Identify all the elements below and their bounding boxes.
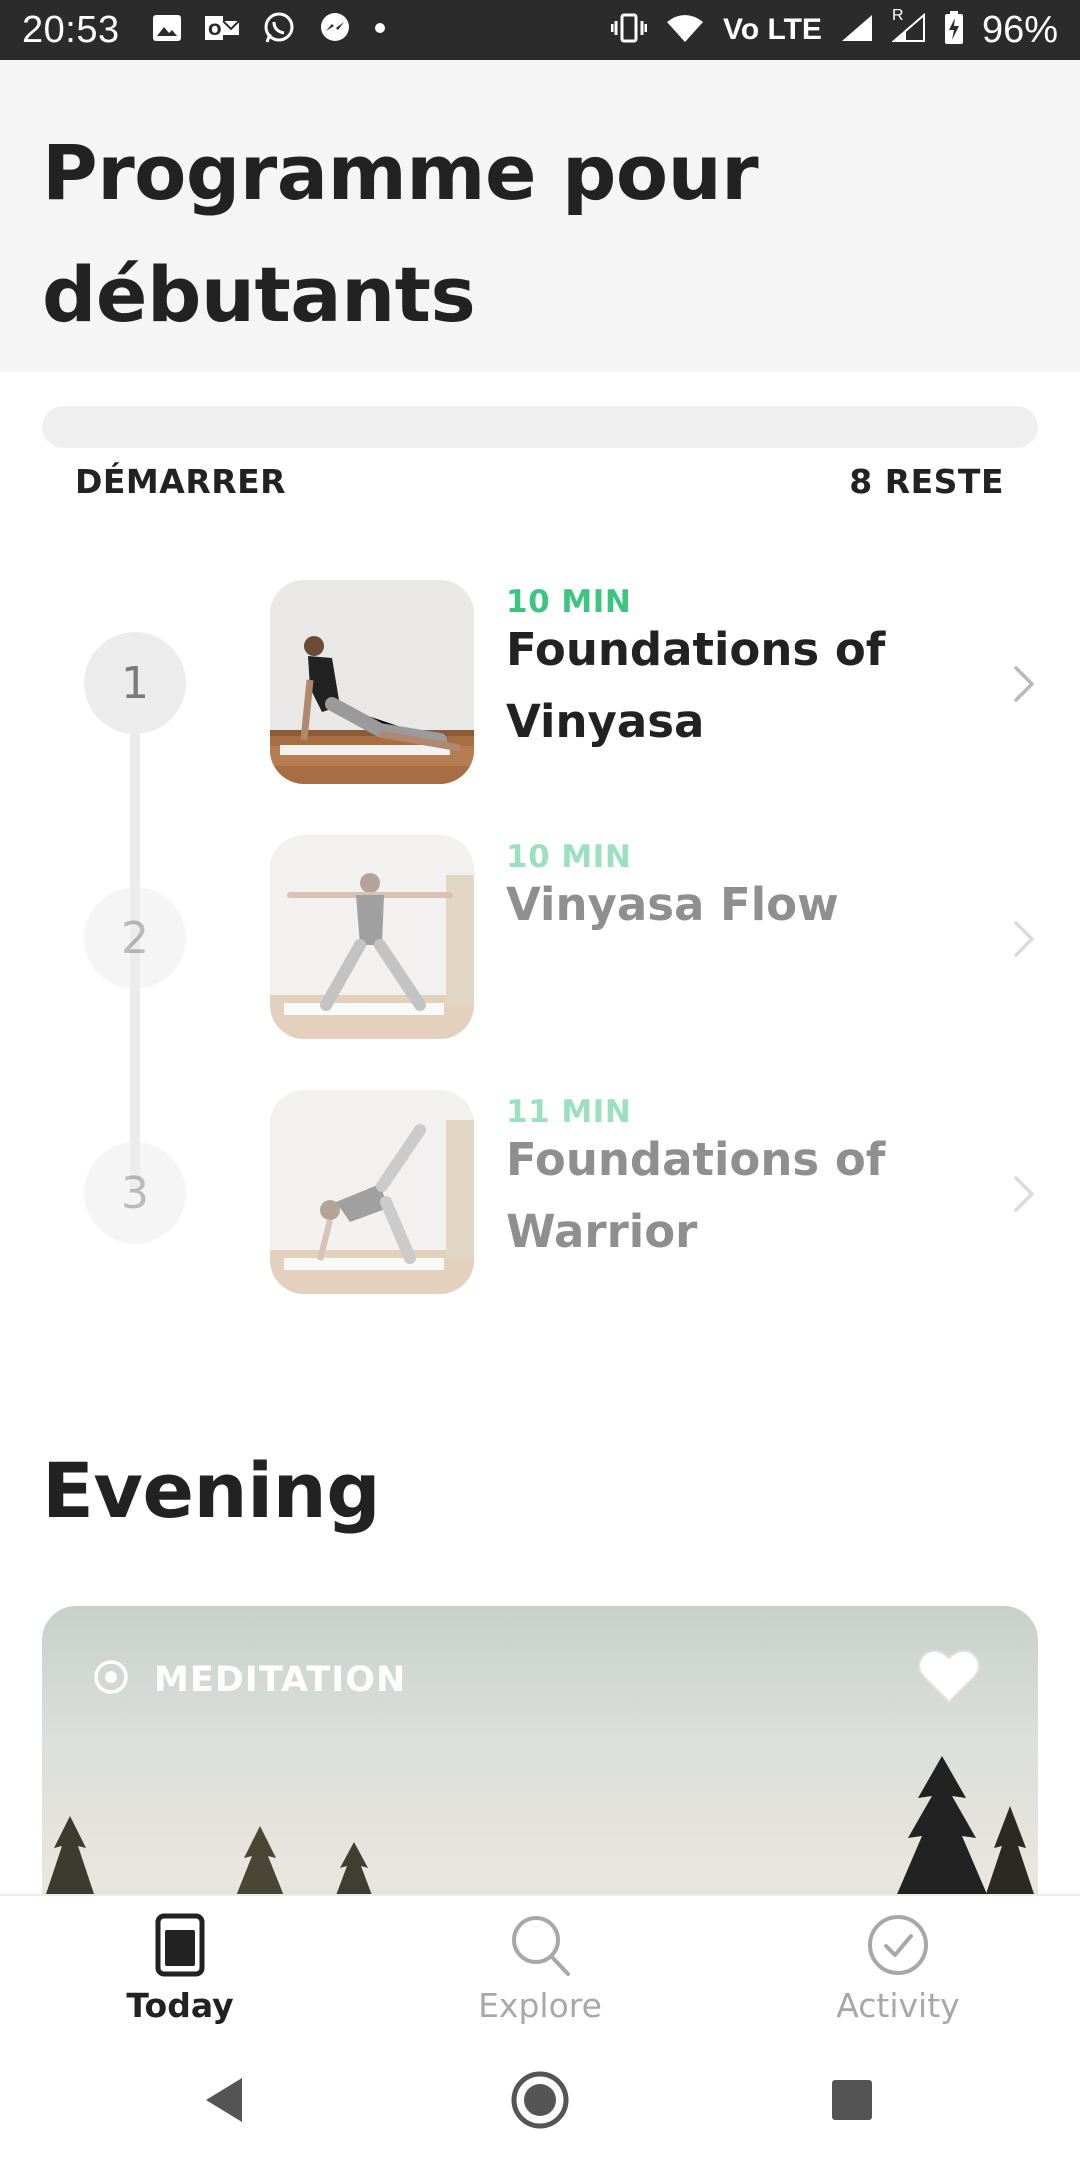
card-category: MEDITATION [92, 1658, 406, 1701]
system-nav-bar [0, 2038, 1080, 2160]
notification-icons: O [152, 11, 386, 50]
step-thumbnail [270, 835, 474, 1039]
image-icon [152, 14, 182, 47]
program-step-2[interactable]: 2 10 MIN Vinyasa Flow [0, 835, 1080, 1045]
dot-icon [374, 21, 386, 39]
tab-explore-label: Explore [478, 1986, 602, 2025]
signal-roaming-icon: R [891, 7, 926, 48]
step-thumbnail [270, 580, 474, 784]
status-time: 20:53 [22, 8, 120, 51]
meditation-card[interactable]: MEDITATION [42, 1606, 1038, 1906]
step-number-badge: 1 [84, 632, 186, 734]
step-title: Vinyasa Flow [506, 878, 839, 931]
back-icon[interactable] [196, 2070, 256, 2130]
page-title: Programme pour débutants [42, 128, 759, 339]
step-number-badge: 2 [84, 887, 186, 989]
card-category-label: MEDITATION [154, 1659, 407, 1700]
progress-remaining-label: 8 RESTE [849, 462, 1004, 501]
tab-today-label: Today [126, 1986, 234, 2025]
battery-percent: 96% [981, 8, 1058, 51]
tab-explore[interactable]: Explore [440, 1906, 640, 2036]
step-number-badge: 3 [84, 1142, 186, 1244]
program-step-1[interactable]: 1 10 MIN Foundations of Vinyasa [0, 580, 1080, 790]
progress-start-label: DÉMARRER [75, 462, 287, 501]
program-progress-bar [42, 406, 1038, 448]
chevron-right-icon [1010, 664, 1040, 704]
outlook-icon: O [204, 13, 240, 48]
program-header: Programme pour débutants [0, 60, 1080, 372]
tab-today[interactable]: Today [80, 1906, 280, 2036]
messenger-icon [318, 11, 352, 50]
battery-charging-icon [944, 10, 964, 50]
volte-icon: Vo LTE [723, 13, 822, 47]
roaming-label: R [891, 6, 904, 24]
step-title: Foundations of Vinyasa [506, 623, 886, 748]
today-icon [148, 1912, 212, 1978]
step-thumbnail [270, 1090, 474, 1294]
bottom-nav: Today Explore Activity [0, 1894, 1080, 2038]
svg-text:O: O [208, 20, 222, 39]
chevron-right-icon [1010, 1174, 1040, 1214]
target-icon [92, 1658, 130, 1701]
home-icon[interactable] [510, 2070, 570, 2130]
tree-silhouettes [42, 1756, 1038, 1906]
search-icon [508, 1912, 572, 1978]
step-title: Foundations of Warrior [506, 1133, 886, 1258]
tab-activity-label: Activity [836, 1986, 960, 2025]
volte-label: Vo LTE [723, 13, 822, 46]
recents-icon[interactable] [822, 2070, 882, 2130]
status-bar: 20:53 O Vo LTE R 96% [0, 0, 1080, 60]
section-title-evening: Evening [42, 1446, 381, 1535]
heart-icon[interactable] [916, 1646, 982, 1706]
whatsapp-icon [262, 11, 296, 50]
chevron-right-icon [1010, 919, 1040, 959]
wifi-icon [665, 12, 705, 49]
signal-icon [840, 13, 874, 48]
program-step-3[interactable]: 3 11 MIN Foundations of Warrior [0, 1090, 1080, 1300]
check-circle-icon [866, 1912, 930, 1978]
tab-activity[interactable]: Activity [798, 1906, 998, 2036]
vibrate-icon [610, 13, 648, 48]
